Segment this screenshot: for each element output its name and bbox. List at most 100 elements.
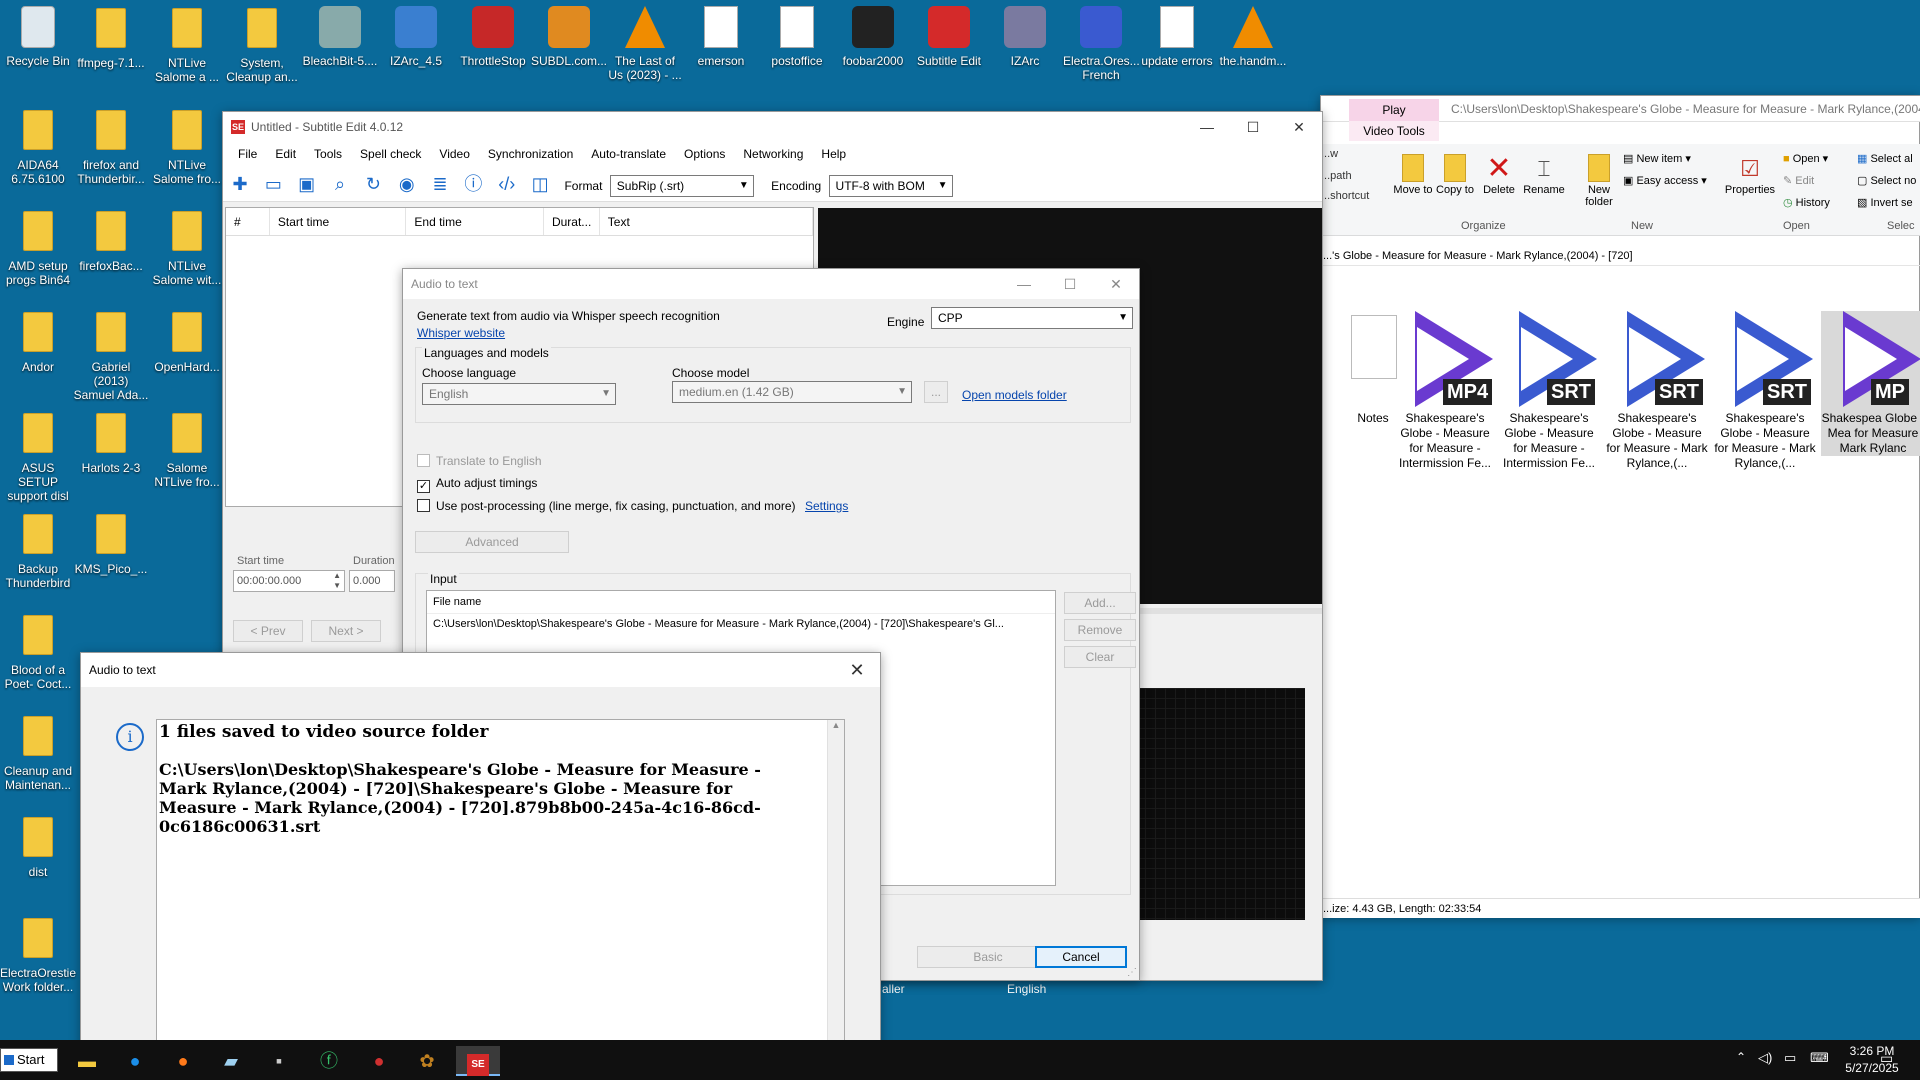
desktop-icon[interactable]: ElectraOrestie Work folder... [0,916,76,994]
engine-select[interactable]: CPP ▼ [931,307,1133,329]
desktop-icon[interactable]: IZArc [987,6,1063,68]
new-item-button[interactable]: ▤ New item ▾ [1623,152,1691,165]
cancel-button[interactable]: Cancel [1035,946,1127,968]
desktop-icon[interactable]: Andor [0,310,76,374]
find-icon[interactable]: ⌕ [325,169,355,199]
open-file-icon[interactable]: ▭ [258,169,288,199]
desktop-icon[interactable]: BleachBit-5.... [302,6,378,68]
terminal-taskbar-icon[interactable]: ▪ [262,1046,296,1076]
stepper-icon[interactable]: ▲ ▼ [333,571,341,591]
desktop-icon[interactable]: firefoxBac... [73,209,149,273]
menu-item[interactable]: Networking [734,147,812,161]
desktop-icon[interactable]: Salome NTLive fro... [149,411,225,489]
desktop-icon[interactable]: Cleanup and Maintenan... [0,714,76,792]
desktop-icon[interactable]: the.handm... [1215,6,1291,68]
encoding-select[interactable]: UTF-8 with BOM ▼ [828,175,953,197]
model-select[interactable]: medium.en (1.42 GB) ▼ [672,381,912,403]
message-text-area[interactable]: 1 files saved to video source folder C:\… [156,719,845,1053]
postprocessing-checkbox[interactable]: Use post-processing (line merge, fix cas… [417,499,796,513]
move-to-button[interactable]: Move to [1393,154,1433,196]
desktop-icon[interactable]: The Last of Us (2023) - ... [607,6,683,82]
play-tab[interactable]: Play [1349,99,1439,121]
remove-button[interactable]: Remove [1064,619,1136,641]
desktop-icon[interactable]: IZArc_4.5 [378,6,454,68]
file-tile[interactable]: MP Shakespea Globe - Mea for Measure Mark… [1821,311,1920,456]
ribbon-partial-shortcut[interactable]: ...shortcut [1321,190,1369,202]
auto-adjust-checkbox[interactable]: ✓ Auto adjust timings [417,476,537,493]
subtitle-edit-taskbar-icon[interactable]: SE [456,1046,500,1076]
delete-button[interactable]: ✕ Delete [1479,154,1519,197]
file-row[interactable]: C:\Users\lon\Desktop\Shakespeare's Globe… [427,614,1055,634]
visual-sync-icon[interactable]: ◉ [392,169,422,199]
desktop-icon[interactable]: update errors [1139,6,1215,68]
waveform[interactable] [1135,688,1305,920]
desktop-icon[interactable]: Recycle Bin [0,6,76,68]
source-view-icon[interactable]: ‹/› [492,169,522,199]
menu-item[interactable]: Video [430,147,478,161]
notepad-taskbar-icon[interactable]: ▰ [214,1046,248,1076]
desktop-icon[interactable]: AMD setup progs Bin64 [0,209,76,287]
menu-item[interactable]: Options [675,147,734,161]
tools-taskbar-icon[interactable]: ✿ [410,1046,444,1076]
column-header[interactable]: Durat... [544,208,600,235]
network-icon[interactable]: ▭ [1784,1050,1796,1066]
minimize-button[interactable]: — [1184,112,1230,142]
desktop-icon[interactable]: Blood of a Poet- Coct... [0,613,76,691]
translate-checkbox[interactable]: Translate to English [417,454,542,468]
clock-date[interactable]: 5/27/2025 [1836,1061,1908,1075]
prev-button[interactable]: < Prev [233,620,303,642]
menu-item[interactable]: Auto-translate [582,147,675,161]
menu-item[interactable]: Synchronization [479,147,582,161]
desktop-icon[interactable]: Harlots 2-3 [73,411,149,475]
language-select[interactable]: English ▼ [422,383,616,405]
volume-icon[interactable]: ◁) [1758,1050,1772,1066]
desktop-icon[interactable]: ThrottleStop [455,6,531,68]
file-tile[interactable]: MP4 Shakespeare's Globe - Measure for Mea… [1393,311,1497,471]
edit-button[interactable]: ✎ Edit [1783,174,1814,187]
ribbon-partial-path[interactable]: ...path [1321,170,1352,182]
new-folder-button[interactable]: New folder [1579,154,1619,208]
model-more-button[interactable]: ... [924,381,948,403]
desktop-icon[interactable]: foobar2000 [835,6,911,68]
desktop-icon[interactable]: SUBDL.com... [531,6,607,68]
address-bar[interactable]: ...'s Globe - Measure for Measure - Mark… [1321,246,1920,266]
message-scrollbar[interactable]: ▲ [827,720,844,1052]
rename-button[interactable]: ⌶ Rename [1521,154,1567,196]
media-taskbar-icon[interactable]: ● [362,1046,396,1076]
desktop-icon[interactable]: firefox and Thunderbir... [73,108,149,186]
desktop-icon[interactable]: NTLive Salome wit... [149,209,225,287]
desktop-icon[interactable]: Gabriel (2013) Samuel Ada... [73,310,149,402]
replace-icon[interactable]: ↻ [358,169,388,199]
resize-grip-icon[interactable]: ⋰ [1127,967,1137,978]
column-header[interactable]: # [226,208,270,235]
menu-item[interactable]: Help [812,147,855,161]
clear-button[interactable]: Clear [1064,646,1136,668]
start-button[interactable]: Start [0,1048,58,1072]
browser-taskbar-icon[interactable]: ● [118,1046,152,1076]
copy-to-button[interactable]: Copy to [1435,154,1475,196]
format-select[interactable]: SubRip (.srt) ▼ [609,175,754,197]
desktop-icon[interactable]: System, Cleanup an... [224,6,300,84]
next-button[interactable]: Next > [311,620,381,642]
open-models-folder-link[interactable]: Open models folder [962,388,1067,402]
video-tools-tab[interactable]: Video Tools [1349,121,1439,141]
desktop-icon[interactable]: postoffice [759,6,835,68]
desktop-icon[interactable]: KMS_Pico_... [73,512,149,576]
new-file-icon[interactable]: ✚ [225,169,255,199]
file-tile[interactable]: SRT Shakespeare's Globe - Measure for Mea… [1605,311,1709,471]
close-button[interactable]: ✕ [1093,269,1139,299]
file-tile[interactable]: SRT Shakespeare's Globe - Measure for Mea… [1497,311,1601,471]
desktop-icon[interactable]: ffmpeg-7.1... [73,6,149,70]
app-green-taskbar-icon[interactable]: ⓕ [312,1046,346,1076]
whisper-website-link[interactable]: Whisper website [417,326,505,340]
open-button[interactable]: ■ Open ▾ [1783,152,1828,165]
language-icon[interactable]: ⌨ [1810,1050,1829,1066]
desktop-icon[interactable]: OpenHard... [149,310,225,374]
menu-item[interactable]: Tools [305,147,351,161]
desktop-icon[interactable]: AIDA64 6.75.6100 [0,108,76,186]
file-tile[interactable]: SRT Shakespeare's Globe - Measure for Mea… [1713,311,1817,471]
tray-chevron-icon[interactable]: ⌃ [1736,1050,1746,1064]
menu-item[interactable]: File [229,147,266,161]
history-button[interactable]: ◷ History [1783,196,1830,209]
layout-icon[interactable]: ◫ [525,169,555,199]
